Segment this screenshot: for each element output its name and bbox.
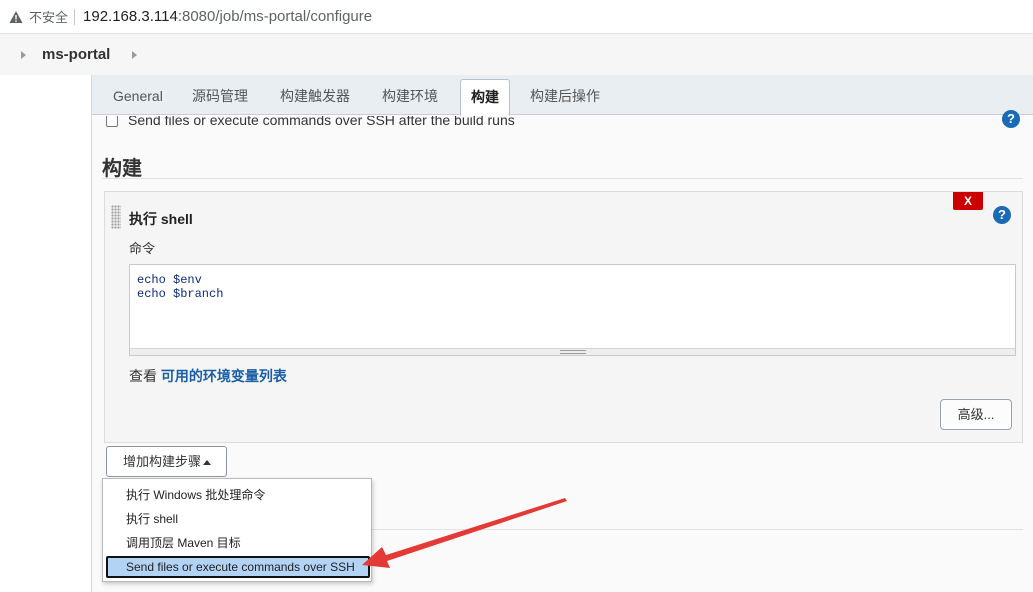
chevron-right-icon[interactable] xyxy=(132,50,138,59)
grip-icon xyxy=(560,350,586,354)
tab-source-control[interactable]: 源码管理 xyxy=(182,79,258,115)
delete-step-button[interactable]: X xyxy=(953,192,983,210)
advanced-button[interactable]: 高级... xyxy=(940,399,1012,430)
menu-item-ssh-publish[interactable]: Send files or execute commands over SSH xyxy=(106,556,370,578)
add-build-step-button[interactable]: 增加构建步骤 xyxy=(106,446,227,477)
caret-up-icon xyxy=(203,460,211,465)
annotation-arrow-icon xyxy=(362,498,567,568)
add-build-step-label: 增加构建步骤 xyxy=(123,454,202,469)
tab-general[interactable]: General xyxy=(103,79,173,115)
add-build-step-menu: 执行 Windows 批处理命令 执行 shell 调用顶层 Maven 目标 … xyxy=(102,478,372,582)
arrow-shape xyxy=(362,498,567,568)
tab-build[interactable]: 构建 xyxy=(460,79,510,116)
drag-handle-icon[interactable] xyxy=(111,205,121,229)
textarea-resize-handle[interactable] xyxy=(130,348,1015,355)
menu-item-windows-batch[interactable]: 执行 Windows 批处理命令 xyxy=(106,484,370,506)
env-vars-prefix: 查看 xyxy=(129,368,157,384)
command-text: echo $env echo $branch xyxy=(137,273,224,301)
env-vars-link[interactable]: 可用的环境变量列表 xyxy=(161,368,287,384)
help-icon[interactable]: ? xyxy=(993,206,1011,224)
chevron-right-icon xyxy=(21,50,26,59)
command-label: 命令 xyxy=(129,241,156,256)
breadcrumb: ms-portal xyxy=(0,34,1033,75)
tab-build-environment[interactable]: 构建环境 xyxy=(372,79,448,115)
env-vars-hint: 查看 可用的环境变量列表 xyxy=(129,366,287,386)
post-build-ssh-label: Send files or execute commands over SSH … xyxy=(128,116,515,128)
tab-post-build-actions[interactable]: 构建后操作 xyxy=(520,79,610,115)
url-path: :8080/job/ms-portal/configure xyxy=(177,8,373,25)
build-step-title: 执行 shell xyxy=(129,211,193,227)
help-icon[interactable]: ? xyxy=(1002,110,1020,128)
build-step-shell: 执行 shell X ? 命令 echo $env echo $branch 查… xyxy=(104,191,1023,443)
warning-icon xyxy=(9,10,23,23)
menu-item-execute-shell[interactable]: 执行 shell xyxy=(106,508,370,530)
address-bar[interactable]: 不安全 192.168.3.114:8080/job/ms-portal/con… xyxy=(0,0,1033,34)
url-host: 192.168.3.114 xyxy=(83,8,178,25)
tab-build-triggers[interactable]: 构建触发器 xyxy=(270,79,360,115)
address-divider xyxy=(74,8,76,25)
build-section-title: 构建 xyxy=(102,158,142,180)
security-label: 不安全 xyxy=(29,10,69,25)
post-build-ssh-option: Send files or execute commands over SSH … xyxy=(106,116,515,130)
command-textarea[interactable]: echo $env echo $branch xyxy=(129,264,1016,356)
menu-item-maven-targets[interactable]: 调用顶层 Maven 目标 xyxy=(106,532,370,554)
config-tabbar: General 源码管理 构建触发器 构建环境 构建 构建后操作 xyxy=(92,75,1033,116)
post-build-ssh-checkbox[interactable] xyxy=(106,116,118,127)
breadcrumb-job-link[interactable]: ms-portal xyxy=(42,46,110,63)
section-divider xyxy=(102,178,1023,179)
